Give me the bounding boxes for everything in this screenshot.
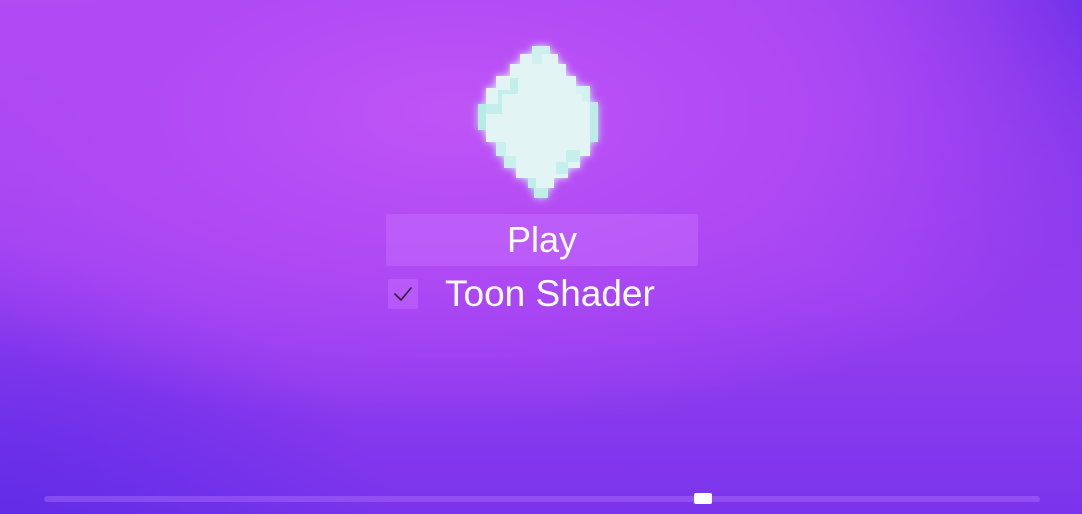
toon-shader-toggle[interactable]: Toon Shader [386, 272, 698, 316]
play-button[interactable]: Play [386, 214, 698, 266]
crystal-icon [472, 44, 610, 200]
main-menu-screen: Play Toon Shader [0, 0, 1082, 514]
crystal-logo-graphic [478, 46, 598, 198]
scrollbar-handle[interactable] [694, 493, 712, 504]
toon-shader-checkbox[interactable] [388, 279, 418, 309]
toon-shader-label: Toon Shader [445, 273, 655, 314]
checkmark-icon [394, 287, 412, 301]
horizontal-scrollbar[interactable] [44, 493, 1040, 504]
